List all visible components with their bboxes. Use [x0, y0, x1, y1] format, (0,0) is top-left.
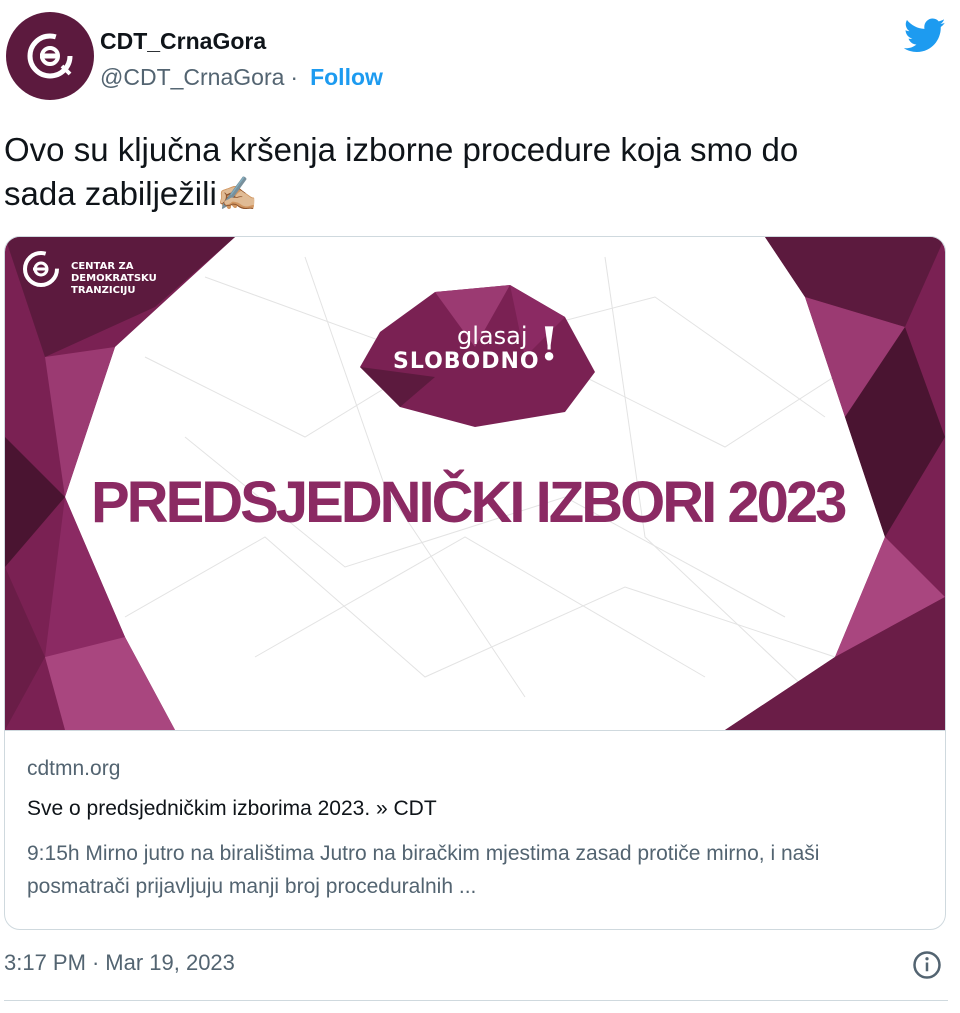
divider — [4, 1000, 948, 1001]
tweet-text-line2-row: sada zabilježili✍🏼 — [4, 172, 934, 216]
card-info: cdtmn.org Sve o predsjedničkim izborima … — [5, 730, 945, 898]
tweet-time: 3:17 PM — [4, 950, 86, 975]
badge-exclamation: ! — [539, 317, 560, 371]
handle[interactable]: @CDT_CrnaGora — [100, 64, 284, 91]
badge-top-text: glasaj — [457, 322, 528, 350]
cdt-logo-icon — [27, 33, 73, 79]
logo-text-line3: TRANZICIJU — [71, 285, 136, 296]
badge-bottom-text: SLOBODNO — [393, 349, 540, 374]
writing-hand-emoji: ✍🏼 — [216, 175, 258, 212]
card-title: Sve o predsjedničkim izborima 2023. » CD… — [27, 797, 437, 820]
tweet-text-line2: sada zabilježili — [4, 175, 217, 212]
avatar[interactable] — [6, 12, 94, 100]
logo-text: CENTAR ZA DEMOKRATSKU TRANZICIJU — [71, 261, 157, 297]
link-card[interactable]: CENTAR ZA DEMOKRATSKU TRANZICIJU glasaj … — [4, 236, 946, 930]
separator: · — [290, 64, 299, 90]
tweet-date: Mar 19, 2023 — [105, 950, 235, 975]
twitter-bird-icon[interactable] — [904, 14, 946, 56]
meta-separator: · — [91, 950, 100, 975]
follow-button[interactable]: Follow — [310, 64, 383, 91]
card-headline: PREDSJEDNIČKI IZBORI 2023 — [91, 470, 847, 535]
tweet-text: Ovo su ključna kršenja izborne procedure… — [4, 128, 934, 216]
display-name[interactable]: CDT_CrnaGora — [100, 28, 266, 55]
handle-row: @CDT_CrnaGora · Follow — [100, 64, 383, 91]
logo-text-line2: DEMOKRATSKU — [71, 273, 157, 284]
tweet-timestamp[interactable]: 3:17 PM · Mar 19, 2023 — [4, 950, 235, 976]
card-domain: cdtmn.org — [27, 757, 121, 780]
card-description: 9:15h Mirno jutro na biralištima Jutro n… — [27, 842, 820, 898]
logo-text-line1: CENTAR ZA — [71, 261, 134, 272]
info-icon[interactable] — [912, 950, 942, 980]
card-image: CENTAR ZA DEMOKRATSKU TRANZICIJU glasaj … — [5, 237, 945, 730]
tweet-text-line1: Ovo su ključna kršenja izborne procedure… — [4, 131, 799, 168]
